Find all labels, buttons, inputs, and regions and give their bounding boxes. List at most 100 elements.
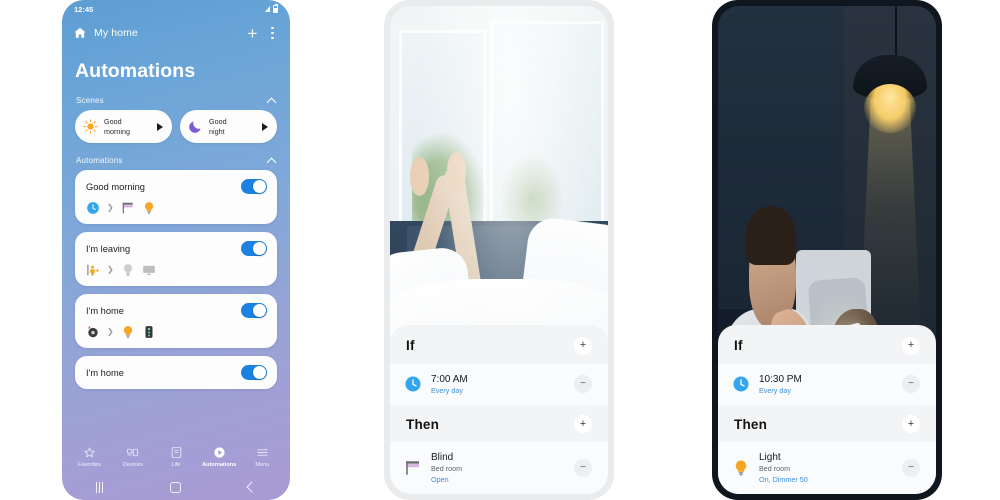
automation-toggle[interactable] [241,303,267,318]
automation-name: I'm home [86,305,124,316]
status-icons [265,4,278,13]
motion-sensor-icon [87,326,98,338]
plus-icon[interactable]: + [243,25,261,42]
home-name-label[interactable]: My home [94,27,236,39]
if-repeat-value: Every day [431,385,463,395]
minus-icon[interactable]: − [902,459,920,478]
play-icon[interactable] [157,122,163,131]
automations-section-header[interactable]: Automations [62,143,290,170]
tab-label: Automations [202,461,237,468]
clock-icon [405,376,421,392]
automation-card[interactable]: Good morning ❯ [75,170,277,224]
sun-icon [83,119,98,134]
minus-icon[interactable]: − [574,459,592,478]
then-title: Then [406,416,440,432]
plus-icon[interactable]: + [574,336,592,355]
phone-mockup-night-routine: If + 10:30 PM Every day − Then + Light B… [712,0,942,500]
automation-toggle[interactable] [241,365,267,380]
sheet-divider [390,405,608,416]
signal-icon [265,6,270,12]
if-repeat-value: Every day [759,385,791,395]
automation-toggle[interactable] [241,241,267,256]
kebab-menu-icon[interactable] [268,26,279,40]
scene-card-good-morning[interactable]: Good morning [75,110,172,143]
plus-icon[interactable]: + [574,415,592,434]
phone-screen: If + 7:00 AM Every day − Then + Blind Be… [390,6,608,494]
automation-card[interactable]: I'm leaving ❯ [75,232,277,286]
status-time: 12:45 [74,4,94,14]
then-device-room: Bed room [431,464,463,474]
light-bulb-on-icon [735,460,747,476]
automation-editor-sheet: If + 7:00 AM Every day − Then + Blind Be… [390,324,608,494]
tab-label: Favorites [78,461,102,468]
tab-devices[interactable]: Devices [111,446,154,468]
automation-card[interactable]: I'm home [75,356,277,389]
automation-card-header: I'm leaving [86,241,267,256]
automation-card[interactable]: I'm home ❯ [75,294,277,348]
automation-icon-row: ❯ [86,325,267,339]
menu-icon [257,449,268,456]
then-device-state: On, Dimmer 50 [759,474,808,484]
scene-card-good-night[interactable]: Good night [180,110,277,143]
scene-label: Good night [209,117,256,135]
then-action-row[interactable]: Blind Bed room Open − [390,442,608,494]
if-time-value: 10:30 PM [759,373,802,385]
tab-label: Menu [255,461,270,468]
phone-mockup-morning-routine: If + 7:00 AM Every day − Then + Blind Be… [384,0,614,500]
then-action-text: Light Bed room On, Dimmer 50 [759,451,893,485]
star-icon [84,447,95,458]
person-leaving-icon [87,264,99,276]
light-bulb-on-icon [144,202,153,214]
if-title: If [406,338,415,354]
scene-label-line1: Good [104,117,122,127]
then-action-row[interactable]: Light Bed room On, Dimmer 50 − [718,442,936,494]
home-square-icon[interactable] [170,481,182,493]
automation-card-header: I'm home [86,303,267,318]
minus-icon[interactable]: − [574,375,592,394]
automation-icon-row: ❯ [86,263,267,277]
plus-icon[interactable]: + [902,336,920,355]
automation-toggle[interactable] [241,179,267,194]
automation-name: Good morning [86,181,145,192]
if-title: If [734,338,743,354]
light-bulb-on-icon [123,326,132,338]
then-section-header: Then + [390,415,608,442]
automations-label: Automations [76,156,123,165]
recents-icon[interactable] [95,481,104,493]
light-bulb-off-icon [123,264,132,276]
chevron-right-icon: ❯ [107,265,114,274]
tab-label: Life [171,461,181,468]
play-icon[interactable] [262,122,268,131]
automation-name: I'm home [86,367,124,378]
if-condition-text: 7:00 AM Every day [431,373,565,396]
then-device-room: Bed room [759,464,791,474]
then-device-name: Blind [431,452,454,464]
tab-life[interactable]: Life [154,446,197,468]
if-condition-row[interactable]: 10:30 PM Every day − [718,363,936,406]
then-device-state: Open [431,474,449,484]
back-chevron-icon[interactable] [246,481,259,493]
chevron-up-icon[interactable] [267,96,276,105]
tab-menu[interactable]: Menu [241,446,284,468]
automation-icon-row: ❯ [86,201,267,215]
scene-label-line2: morning [104,126,130,136]
plus-icon[interactable]: + [902,415,920,434]
clock-icon [87,202,99,214]
scenes-section-header[interactable]: Scenes [62,83,290,110]
remote-control-icon [145,326,153,338]
blind-icon [406,461,419,475]
sheet-divider [718,405,936,416]
minus-icon[interactable]: − [902,375,920,394]
screenshot-stage: 12:45 My home + Automations Scenes Good … [0,0,1000,500]
chevron-right-icon: ❯ [107,203,114,212]
bottom-tab-bar: Favorites Devices Life Automations Menu [62,440,290,474]
scenes-row: Good morning Good night [62,110,290,143]
app-bar: My home + [62,18,290,48]
scene-label-line2: night [209,126,225,136]
chevron-up-icon[interactable] [267,156,276,165]
if-time-value: 7:00 AM [431,373,468,385]
if-condition-row[interactable]: 7:00 AM Every day − [390,363,608,406]
tab-automations[interactable]: Automations [198,446,241,468]
if-section-header: If + [390,336,608,364]
tab-favorites[interactable]: Favorites [68,446,111,468]
